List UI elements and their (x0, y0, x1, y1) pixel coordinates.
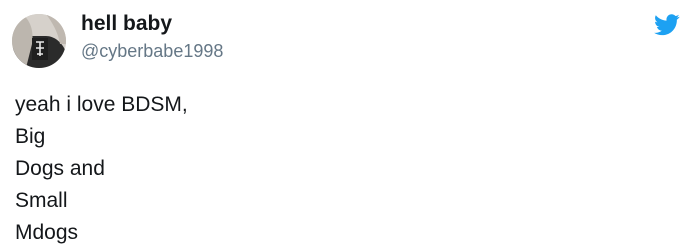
tweet-line: Small (15, 189, 68, 212)
user-handle[interactable]: @cyberbabe1998 (81, 40, 223, 62)
twitter-bird-icon[interactable] (654, 14, 680, 36)
display-name[interactable]: hell baby (81, 12, 172, 36)
tweet-line: yeah i love BDSM, (15, 93, 188, 116)
tweet-line: Big (15, 125, 46, 148)
tweet-line: Dogs and (15, 157, 105, 180)
profile-photo (12, 14, 66, 68)
tweet-card: hell baby @cyberbabe1998 yeah i love BDS… (0, 0, 700, 249)
twitter-bird-glyph (654, 14, 680, 36)
avatar[interactable] (12, 14, 66, 68)
tweet-line: Mdogs (15, 221, 79, 244)
tweet-text: yeah i love BDSM, Big Dogs and Small Mdo… (15, 89, 675, 249)
